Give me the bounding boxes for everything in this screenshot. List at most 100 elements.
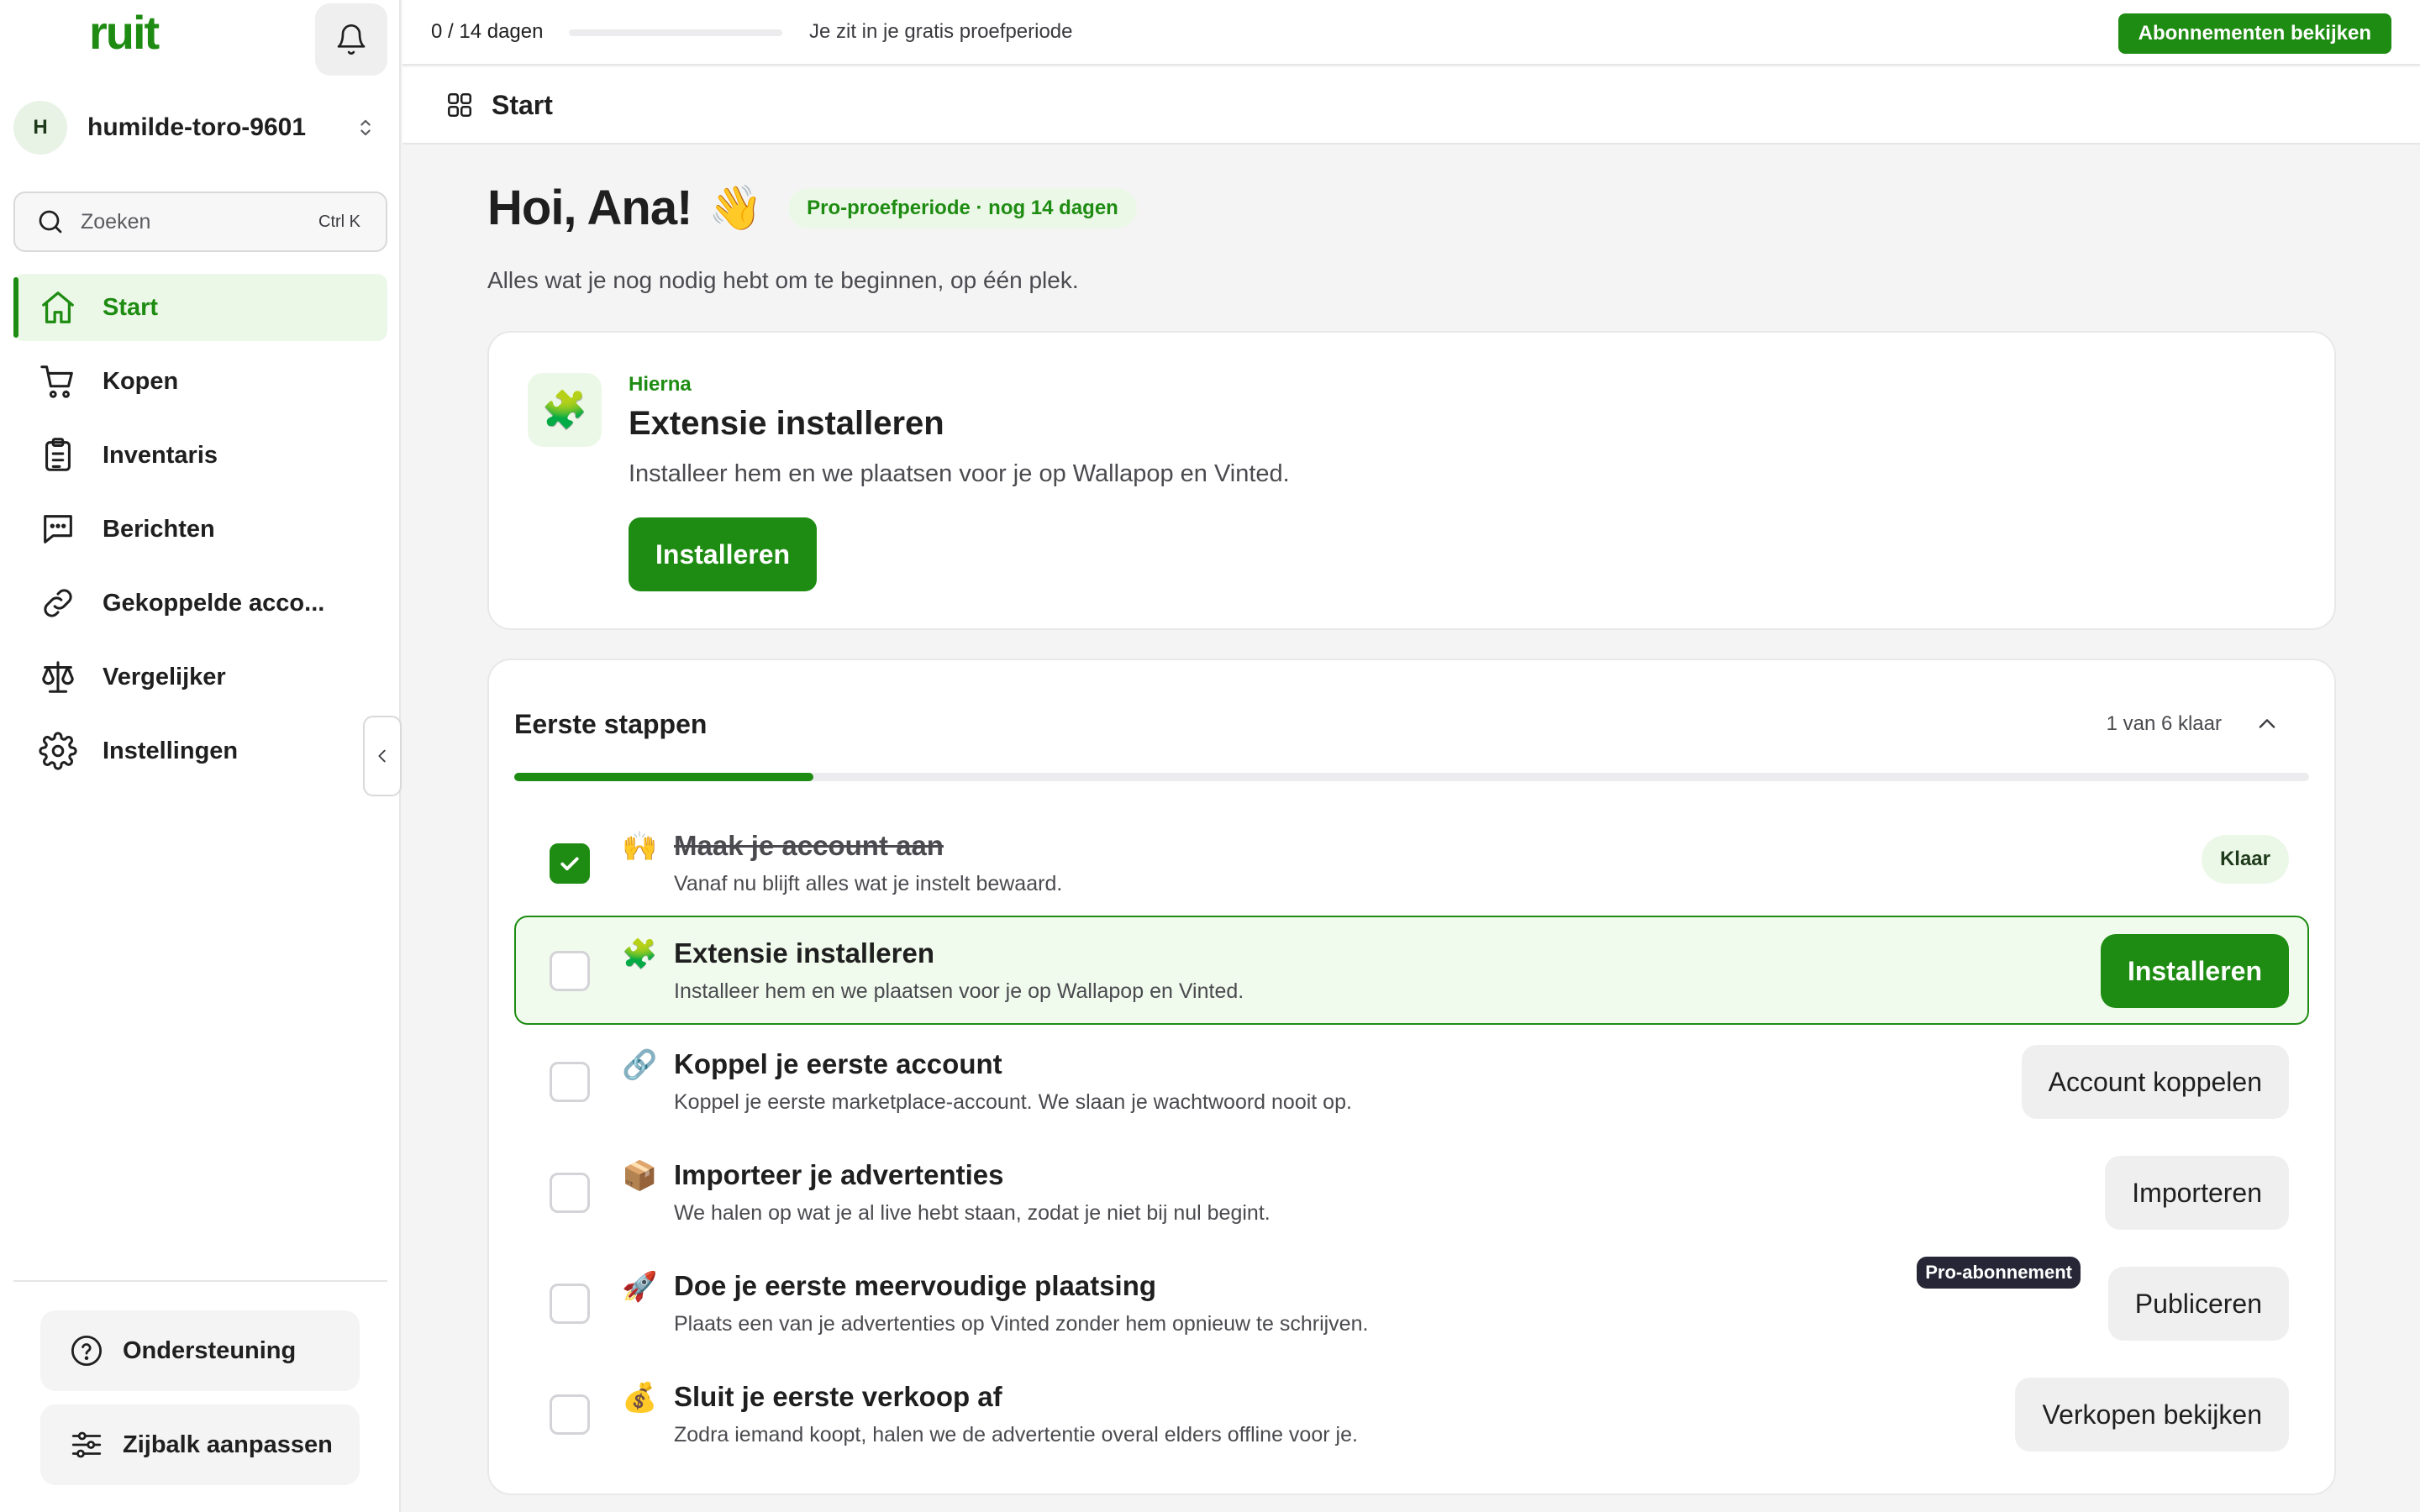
grid-icon (447, 92, 472, 118)
scale-icon (42, 661, 74, 693)
sidebar-item-gekoppelde-accounts[interactable]: Gekoppelde acco... (13, 570, 387, 637)
sidebar-item-label: Vergelijker (103, 663, 226, 690)
step-import-listings: 📦 Importeer je advertenties We halen op … (514, 1137, 2309, 1247)
cart-icon (40, 365, 73, 398)
chevron-left-icon (378, 749, 386, 763)
puzzle-icon: 🧩 (622, 938, 658, 970)
support-label: Ondersteuning (123, 1336, 297, 1364)
workspace-switcher[interactable]: H humilde-toro-9601 (13, 99, 387, 156)
step-title: Koppel je eerste account (674, 1048, 1002, 1079)
sidebar-item-label: Start (103, 293, 159, 321)
customize-sidebar-label: Zijbalk aanpassen (123, 1431, 333, 1458)
waving-hand-icon: 👋 (708, 184, 764, 233)
next-step-title: Extensie installeren (629, 405, 944, 442)
sidebar-item-berichten[interactable]: Berichten (13, 496, 387, 563)
step-title: Extensie installeren (674, 937, 934, 969)
workspace-name: humilde-toro-9601 (87, 113, 307, 141)
search-placeholder: Zoeken (81, 209, 151, 234)
gear-icon (39, 732, 77, 770)
greeting: Hoi, Ana! 👋 Pro-proefperiode · nog 14 da… (487, 180, 1137, 236)
step-description: Vanaf nu blijft alles wat je instelt bew… (674, 872, 1063, 895)
getting-started-card: Eerste stappen 1 van 6 klaar 🙌 Maak je a… (487, 659, 2336, 1495)
steps-title: Eerste stappen (514, 709, 708, 739)
sidebar-item-inventaris[interactable]: Inventaris (13, 422, 387, 489)
step-description: Koppel je eerste marketplace-account. We… (674, 1090, 1352, 1114)
trial-day-count: 0 / 14 dagen (431, 20, 544, 43)
help-circle-icon (71, 1335, 103, 1367)
steps-progress-bar (514, 773, 2309, 781)
money-bag-icon: 💰 (622, 1382, 658, 1414)
step-title: Doe je eerste meervoudige plaatsing (674, 1270, 1157, 1301)
sidebar-nav: Start Kopen Inventaris Berichten Gekoppe… (13, 274, 387, 791)
pro-plan-badge: Pro-abonnement (1917, 1257, 2081, 1289)
next-step-kicker: Hierna (629, 373, 692, 396)
sidebar-item-label: Berichten (103, 515, 215, 543)
step-title: Importeer je advertenties (674, 1159, 1004, 1190)
trial-bar: 0 / 14 dagen Je zit in je gratis proefpe… (402, 0, 2420, 66)
sidebar-item-instellingen[interactable]: Instellingen (13, 717, 387, 785)
link-account-button[interactable]: Account koppelen (2021, 1045, 2289, 1119)
avatar: H (13, 101, 67, 155)
sidebar: ruit H humilde-toro-9601 Zoeken Ctrl K S… (0, 0, 401, 1512)
step-description: Installeer hem en we plaatsen voor je op… (674, 979, 1244, 1003)
step-link-account: 🔗 Koppel je eerste account Koppel je eer… (514, 1026, 2309, 1136)
link-icon (44, 589, 72, 617)
greeting-title: Hoi, Ana! (487, 181, 692, 235)
view-subscriptions-button[interactable]: Abonnementen bekijken (2118, 13, 2391, 54)
sidebar-item-label: Inventaris (103, 441, 218, 469)
step-crosslist: 🚀 Doe je eerste meervoudige plaatsing Pl… (514, 1248, 2309, 1357)
app: ruit H humilde-toro-9601 Zoeken Ctrl K S… (0, 0, 2420, 1512)
step-description: Plaats een van je advertenties op Vinted… (674, 1312, 1369, 1336)
notifications-button[interactable] (315, 3, 387, 76)
install-extension-button[interactable]: Installeren (629, 517, 818, 591)
trial-badge: Pro-proefperiode · nog 14 dagen (788, 187, 1137, 228)
status-badge: Klaar (2201, 835, 2289, 884)
step-first-sale: 💰 Sluit je eerste verkoop af Zodra ieman… (514, 1359, 2309, 1468)
clipboard-icon (45, 438, 71, 471)
install-button[interactable]: Installeren (2100, 934, 2289, 1008)
raised-hands-icon: 🙌 (622, 831, 658, 863)
step-description: We halen op wat je al live hebt staan, z… (674, 1201, 1270, 1225)
publish-button[interactable]: Publiceren (2107, 1267, 2289, 1341)
bell-icon (337, 24, 366, 55)
check-icon (560, 857, 579, 871)
greeting-subtitle: Alles wat je nog nodig hebt om te beginn… (487, 267, 1079, 293)
step-checkbox[interactable] (550, 843, 590, 884)
sidebar-item-label: Instellingen (103, 737, 239, 764)
sidebar-item-start[interactable]: Start (13, 274, 387, 341)
sidebar-divider (13, 1280, 387, 1282)
next-step-card: 🧩 Hierna Extensie installeren Installeer… (487, 331, 2336, 630)
sidebar-item-vergelijker[interactable]: Vergelijker (13, 643, 387, 711)
collapse-steps-button[interactable] (2247, 704, 2287, 744)
logo[interactable]: ruit (89, 5, 160, 60)
import-button[interactable]: Importeren (2105, 1156, 2289, 1230)
sidebar-item-kopen[interactable]: Kopen (13, 348, 387, 415)
chat-icon (44, 515, 72, 543)
support-button[interactable]: Ondersteuning (40, 1310, 360, 1391)
search-input[interactable]: Zoeken Ctrl K (13, 192, 387, 252)
collapse-sidebar-button[interactable] (363, 716, 402, 796)
package-icon: 📦 (622, 1160, 658, 1192)
search-icon (39, 210, 62, 234)
step-checkbox[interactable] (550, 1394, 590, 1435)
step-description: Zodra iemand koopt, halen we de adverten… (674, 1423, 1358, 1446)
steps-count: 1 van 6 klaar (2106, 712, 2222, 735)
chevron-up-icon (2259, 719, 2275, 728)
step-title: Maak je account aan (674, 830, 944, 861)
step-checkbox[interactable] (550, 1173, 590, 1213)
step-install-extension: 🧩 Extensie installeren Installeer hem en… (514, 916, 2309, 1025)
page-header: Start (402, 67, 2420, 144)
home-icon (42, 291, 74, 323)
next-step-description: Installeer hem en we plaatsen voor je op… (629, 460, 1290, 487)
steps-progress-fill (514, 773, 814, 781)
sidebar-item-label: Kopen (103, 367, 179, 395)
view-sales-button[interactable]: Verkopen bekijken (2015, 1378, 2289, 1452)
step-title: Sluit je eerste verkoop af (674, 1381, 1002, 1412)
trial-status-text: Je zit in je gratis proefperiode (809, 20, 1073, 43)
sliders-icon (71, 1431, 102, 1458)
step-checkbox[interactable] (550, 1062, 590, 1102)
step-checkbox[interactable] (550, 951, 590, 991)
customize-sidebar-button[interactable]: Zijbalk aanpassen (40, 1404, 360, 1485)
trial-progress-bar (569, 29, 782, 36)
step-checkbox[interactable] (550, 1284, 590, 1324)
